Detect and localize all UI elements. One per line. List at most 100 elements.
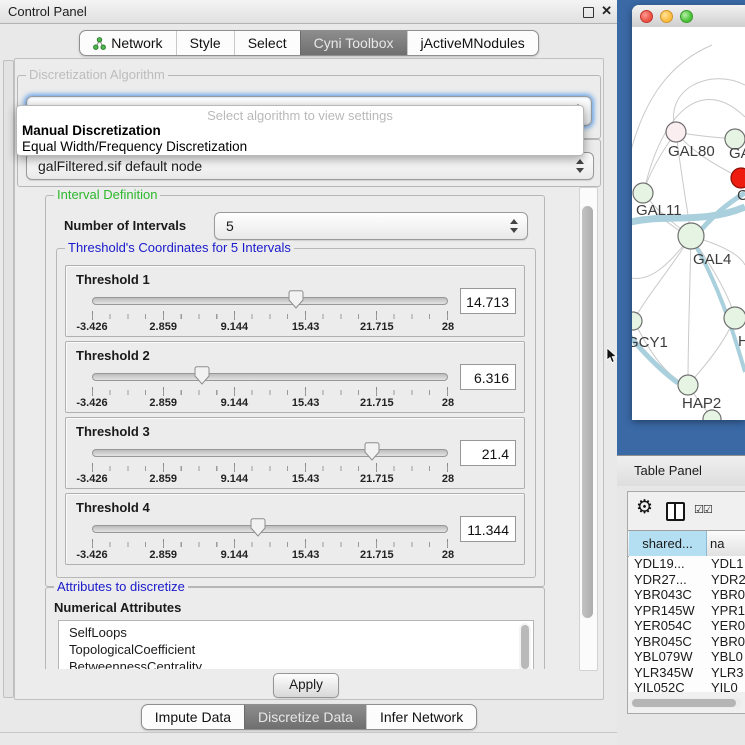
tab-network[interactable]: Network [80,31,175,55]
tick-label: 28 [442,549,454,561]
tab-jactivemnodules[interactable]: jActiveMNodules [407,31,538,55]
node-label-partial: H [738,333,745,350]
scrollbar-thumb[interactable] [632,699,736,707]
minimize-traffic-light-icon[interactable] [660,10,673,23]
slider-tick-labels: -3.426 2.859 9.144 15.43 21.715 28 [92,321,448,333]
node-label-gcy1: GCY1 [632,334,668,351]
list-item[interactable]: TopologicalCoefficient [59,641,533,658]
table-row[interactable]: YPR145WYPR1 [629,603,745,619]
node-gal80[interactable] [666,122,686,142]
node-gal4[interactable] [678,223,704,249]
close-icon[interactable]: ✕ [601,3,612,19]
slider-track[interactable] [92,297,448,305]
tick-label: 21.715 [360,397,394,409]
tick-label: 21.715 [360,473,394,485]
threshold-2-value-field[interactable]: 6.316 [460,364,516,390]
slider-thumb[interactable] [194,366,210,385]
slider-thumb[interactable] [364,442,380,461]
tab-select[interactable]: Select [234,31,300,55]
slider-track[interactable] [92,449,448,457]
select-columns-checkboxes-icon[interactable]: ☑☑ [694,503,712,516]
tab-infer-network[interactable]: Infer Network [366,705,476,729]
tab-style[interactable]: Style [176,31,234,55]
list-scrollbar[interactable] [519,623,531,669]
cell: YPR145W [634,603,706,618]
threshold-4-label: Threshold 4 [76,500,150,515]
tab-discretize-data-label: Discretize Data [258,705,353,729]
tab-network-label: Network [111,31,162,55]
cell: YLR345W [634,665,706,680]
window-title: Control Panel [8,4,87,19]
attributes-group: Attributes to discretize Numerical Attri… [45,587,545,669]
table-horizontal-scrollbar[interactable] [630,698,742,708]
table-data-combo[interactable]: galFiltered.sif default node [26,152,594,180]
tick-label: 15.43 [292,321,320,333]
settings-scrollbar[interactable] [579,187,598,671]
tick-label: 28 [442,473,454,485]
dropdown-option-equal-width[interactable]: Equal Width/Frequency Discretization [22,139,247,154]
table-row[interactable]: YIL052CYIL0 [629,680,745,692]
threshold-4-slider[interactable] [92,518,446,538]
table-row[interactable]: YDR27...YDR2 [629,572,745,588]
zoom-traffic-light-icon[interactable] [680,10,693,23]
columns-icon[interactable] [666,502,685,521]
cell: YBR043C [634,587,706,602]
slider-tick-labels: -3.426 2.859 9.144 15.43 21.715 28 [92,549,448,561]
tab-cyni-toolbox-label: Cyni Toolbox [314,31,394,55]
table-row[interactable]: YER054CYER0 [629,618,745,634]
tab-discretize-data[interactable]: Discretize Data [244,705,366,729]
cell: YLR3 [711,665,745,680]
slider-track[interactable] [92,373,448,381]
threshold-1-slider[interactable] [92,290,446,310]
cyni-settings-panel: Discretization Algorithm Select algorith… [14,58,604,700]
combo-spinner-icon[interactable] [576,159,584,173]
apply-button[interactable]: Apply [273,673,339,698]
network-window-titlebar[interactable] [632,5,745,28]
column-header-shared-name[interactable]: shared... [629,531,707,556]
control-panel-titlebar: Control Panel ✕ [0,0,618,24]
table-row[interactable]: YDL19...YDL1 [629,556,745,572]
table-row[interactable]: YBR045CYBR0 [629,634,745,650]
tab-impute-data[interactable]: Impute Data [142,705,244,729]
table-row[interactable]: YLR345W YLR3 [629,665,745,681]
tick-label: 15.43 [292,473,320,485]
algorithm-group-title: Discretization Algorithm [26,68,168,82]
node-selected-red[interactable] [731,168,745,188]
cell: YBR045C [634,634,706,649]
table-row[interactable]: YBR043CYBR0 [629,587,745,603]
threshold-2-slider[interactable] [92,366,446,386]
scrollbar-thumb[interactable] [582,206,593,618]
slider-thumb[interactable] [288,290,304,309]
node-gal11[interactable] [633,183,653,203]
node-label-gal80: GAL80 [668,143,715,160]
slider-ticks [92,539,448,548]
tab-cyni-toolbox[interactable]: Cyni Toolbox [300,31,407,55]
node-hap2[interactable] [678,375,698,395]
slider-ticks [92,311,448,320]
column-header-name[interactable]: na [710,531,745,556]
node-label-gal11: GAL11 [636,202,682,219]
settings-scroll-viewport[interactable]: Interval Definition Number of Intervals … [17,187,577,669]
gear-icon[interactable]: ⚙ [636,496,653,518]
combo-spinner-icon[interactable] [510,219,518,233]
left-splitter-strip[interactable] [3,60,14,698]
table-row[interactable]: YBL079WYBL0 [629,649,745,665]
list-item[interactable]: SelfLoops [59,621,533,641]
network-canvas[interactable]: GAL80 GA C GAL11 GAL4 GCY1 H HAP2 [632,27,745,420]
slider-track[interactable] [92,525,448,533]
threshold-3-slider[interactable] [92,442,446,462]
network-icon [93,37,106,50]
node-gcy1[interactable] [632,312,642,330]
float-window-icon[interactable] [583,7,594,18]
list-item[interactable]: BetweennessCentrality [59,658,533,669]
threshold-1-value-field[interactable]: 14.713 [460,288,516,314]
tick-label: 9.144 [221,473,249,485]
slider-thumb[interactable] [250,518,266,537]
numerical-attributes-list[interactable]: SelfLoops TopologicalCoefficient Between… [58,620,534,669]
dropdown-option-manual[interactable]: Manual Discretization [22,123,161,138]
number-of-intervals-combo[interactable]: 5 [214,212,528,240]
node[interactable] [724,307,745,329]
threshold-3-value-field[interactable]: 21.4 [460,440,516,466]
threshold-4-value-field[interactable]: 11.344 [460,516,516,542]
close-traffic-light-icon[interactable] [640,10,653,23]
